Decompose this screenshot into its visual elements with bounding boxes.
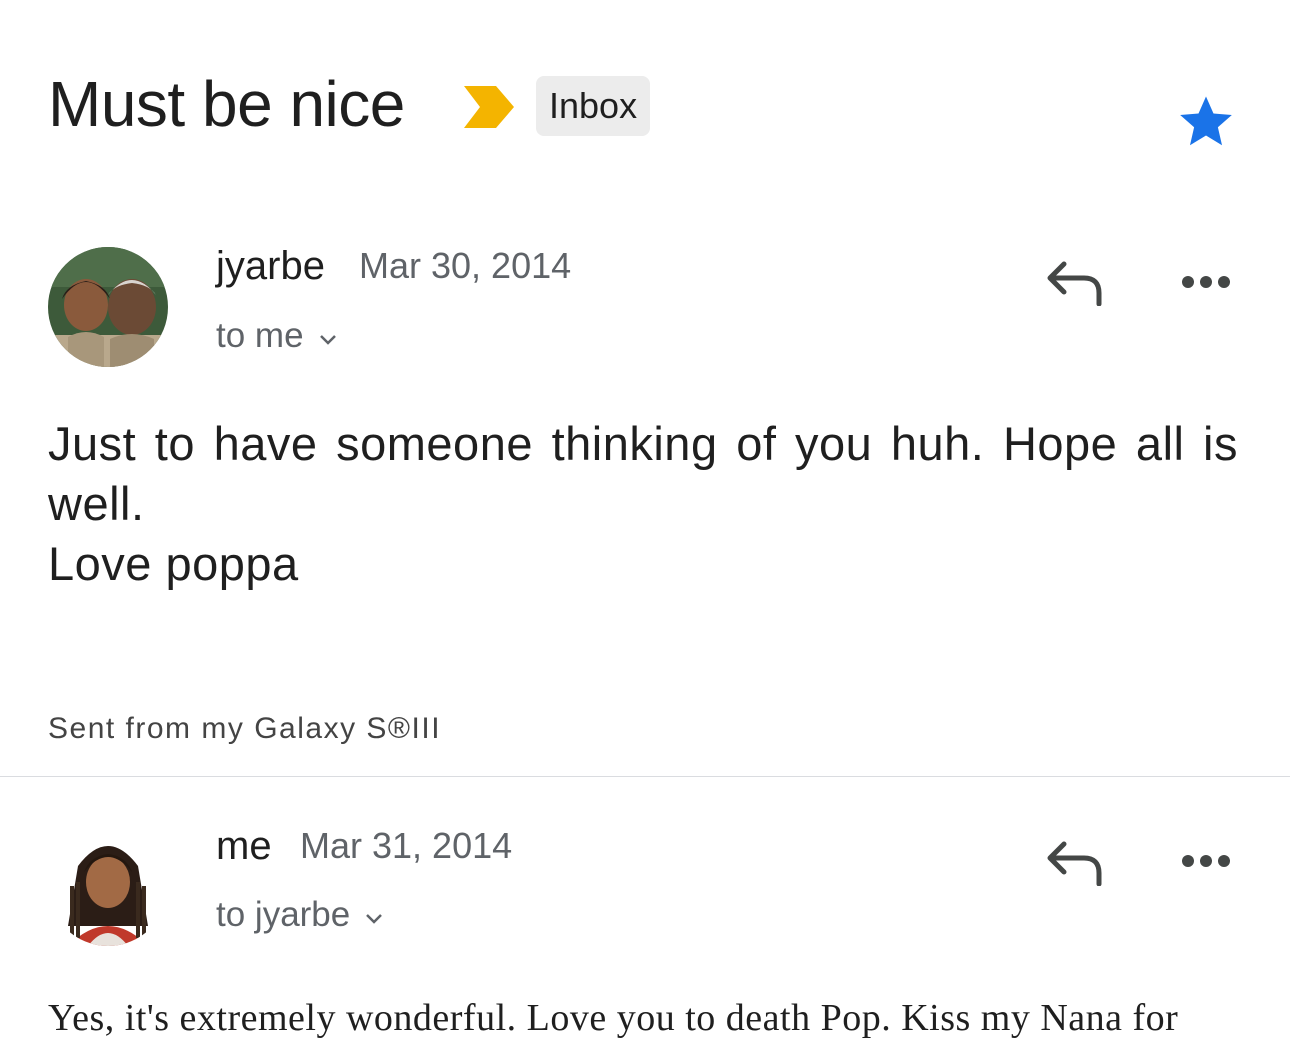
reply-icon[interactable]: [1044, 840, 1104, 891]
message-body-line: Just to have someone thinking of you huh…: [48, 417, 1238, 530]
message-body-line: Love poppa: [48, 537, 299, 590]
recipients-toggle[interactable]: to jyarbe: [216, 893, 384, 937]
recipients-toggle[interactable]: to me: [216, 314, 338, 358]
more-options-icon[interactable]: [1180, 274, 1232, 295]
email-subject: Must be nice: [48, 68, 405, 140]
importance-marker-icon[interactable]: [462, 86, 516, 133]
chevron-down-icon: [318, 314, 338, 358]
sender-name: jyarbe: [216, 244, 325, 288]
more-options-icon[interactable]: [1180, 853, 1232, 874]
message-divider: [0, 776, 1290, 777]
sender-name: me: [216, 824, 272, 868]
reply-icon[interactable]: [1044, 260, 1104, 311]
sender-avatar[interactable]: [48, 826, 168, 946]
message-date: Mar 30, 2014: [359, 245, 572, 286]
message-date: Mar 31, 2014: [300, 825, 513, 866]
message-body: Just to have someone thinking of you huh…: [48, 414, 1238, 594]
message-body-preview: Yes, it's extremely wonderful. Love you …: [48, 997, 1179, 1039]
sender-avatar[interactable]: [48, 247, 168, 367]
inbox-label-chip[interactable]: Inbox: [536, 76, 651, 136]
recipients-label: to me: [216, 316, 304, 355]
recipients-label: to jyarbe: [216, 895, 351, 934]
message-signature: Sent from my Galaxy S®III: [48, 712, 442, 745]
star-icon[interactable]: [1174, 90, 1238, 157]
chevron-down-icon: [364, 893, 384, 937]
